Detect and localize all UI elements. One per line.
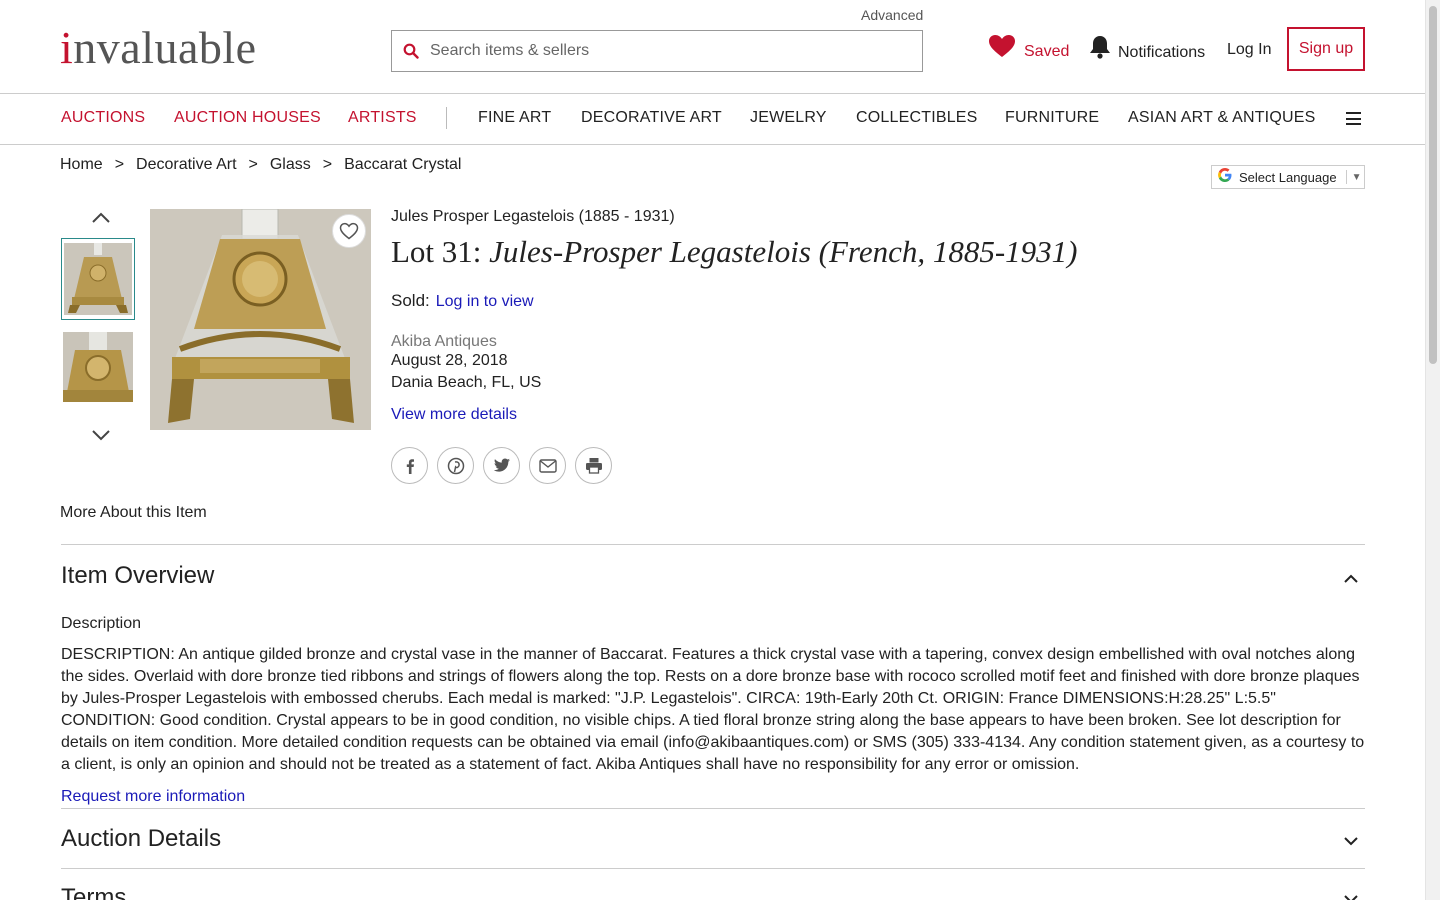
sold-status: Sold: Log in to view [391,291,534,311]
google-g-icon [1216,167,1234,188]
chevron-down-icon[interactable] [1343,833,1359,846]
heart-outline-icon [339,222,359,240]
advanced-search-link[interactable]: Advanced [861,7,923,23]
nav-item-collectibles[interactable]: COLLECTIBLES [856,109,978,127]
auction-details-title[interactable]: Auction Details [61,825,221,853]
lot-title: Lot 31: Jules-Prosper Legastelois (Frenc… [391,234,1078,270]
language-divider [1345,170,1347,184]
chevron-up-icon[interactable] [90,211,112,225]
nav-item-auctions[interactable]: AUCTIONS [61,109,145,127]
chevron-down-icon[interactable] [90,428,112,442]
item-overview-title[interactable]: Item Overview [61,562,214,590]
login-to-view-link[interactable]: Log in to view [436,293,534,310]
pinterest-share-button[interactable] [437,447,474,484]
email-share-button[interactable] [529,447,566,484]
divider [61,808,1365,809]
breadcrumb: Home > Decorative Art > Glass > Baccarat… [60,156,461,174]
nav-item-jewelry[interactable]: JEWELRY [750,109,827,127]
login-link[interactable]: Log In [1227,41,1271,59]
site-header: invaluable Advanced Saved Notifications … [0,0,1425,94]
nav-item-fine-art[interactable]: FINE ART [478,109,551,127]
printer-icon [585,458,602,474]
request-more-info-link[interactable]: Request more information [61,788,245,806]
nav-item-furniture[interactable]: FURNITURE [1005,109,1099,127]
search-bar[interactable] [391,30,923,72]
view-more-details-link[interactable]: View more details [391,406,517,424]
nav-divider [446,107,447,129]
search-icon[interactable] [392,43,430,59]
print-button[interactable] [575,447,612,484]
twitter-icon [493,458,510,472]
more-about-heading: More About this Item [60,504,207,521]
artist-name[interactable]: Jules Prosper Legastelois (1885 - 1931) [391,208,675,226]
nav-item-decorative-art[interactable]: DECORATIVE ART [581,109,722,127]
save-lot-button[interactable] [332,214,366,248]
nav-item-asian-art[interactable]: ASIAN ART & ANTIQUES [1128,109,1315,127]
divider [61,868,1365,869]
nav-item-auction-houses[interactable]: AUCTION HOUSES [174,109,321,127]
chevron-up-icon[interactable] [1343,571,1359,583]
auction-location: Dania Beach, FL, US [391,374,542,391]
thumbnail-1[interactable] [61,238,135,320]
heart-icon [988,34,1016,63]
share-buttons [391,447,612,484]
auction-date: August 28, 2018 [391,352,508,369]
divider [61,544,1365,545]
terms-title[interactable]: Terms [61,884,126,900]
breadcrumb-home[interactable]: Home [60,156,103,174]
saved-button[interactable]: Saved [988,34,1069,63]
breadcrumb-separator: > [114,156,125,173]
envelope-icon [538,458,557,473]
vase-thumbnail-image [64,243,132,315]
breadcrumb-separator: > [248,156,258,173]
facebook-share-button[interactable] [391,447,428,484]
thumbnail-2[interactable] [61,332,135,414]
description-label: Description [61,615,142,632]
lot-number: Lot 31: [391,234,482,269]
vase-closeup-thumbnail-image [63,332,133,402]
bell-icon [1088,34,1112,65]
signup-button[interactable]: Sign up [1287,27,1365,71]
breadcrumb-decorative-art[interactable]: Decorative Art [136,156,236,174]
category-nav: AUCTIONS AUCTION HOUSES ARTISTS FINE ART… [0,95,1425,145]
notifications-button[interactable]: Notifications [1088,34,1205,65]
dropdown-arrow-icon: ▼ [1351,171,1362,183]
breadcrumb-glass[interactable]: Glass [270,156,311,174]
breadcrumb-separator: > [322,156,333,173]
breadcrumb-baccarat-crystal[interactable]: Baccarat Crystal [344,156,461,174]
lot-name: Jules-Prosper Legastelois (French, 1885-… [489,234,1078,269]
invaluable-logo[interactable]: invaluable [60,22,257,74]
description-text: DESCRIPTION: An antique gilded bronze an… [61,646,1365,773]
pinterest-icon [447,457,464,474]
page-scrollbar[interactable] [1425,0,1440,900]
hamburger-menu-icon[interactable] [1346,112,1361,125]
saved-label: Saved [1024,42,1070,60]
sold-label: Sold: [391,291,430,310]
chevron-down-icon[interactable] [1343,891,1359,900]
auction-house-name[interactable]: Akiba Antiques [391,333,497,351]
nav-item-artists[interactable]: ARTISTS [348,109,417,127]
language-select[interactable]: Select Language ▼ [1211,165,1365,189]
notifications-label: Notifications [1118,43,1206,61]
search-input[interactable] [430,42,900,60]
language-label: Select Language [1239,169,1337,185]
twitter-share-button[interactable] [483,447,520,484]
facebook-icon [406,458,414,474]
scrollbar-thumb[interactable] [1429,6,1437,364]
